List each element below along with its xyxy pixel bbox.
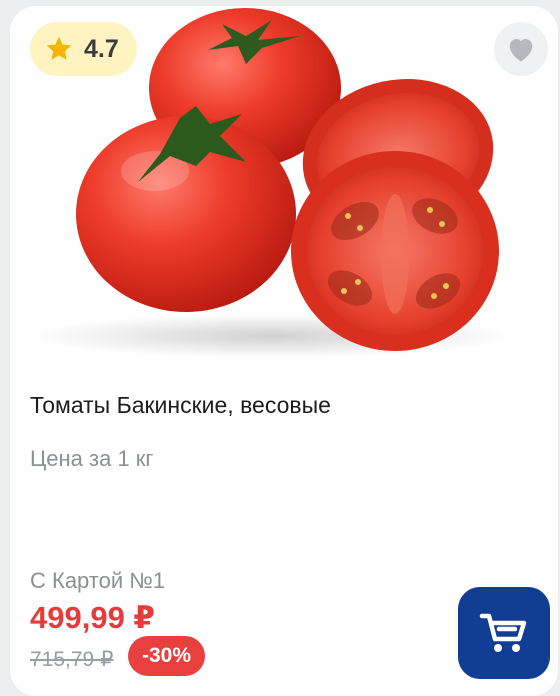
card-price-label: С Картой №1	[30, 568, 166, 593]
old-price: 715,79 ₽	[30, 648, 114, 671]
heart-icon	[509, 39, 533, 62]
unit-label: Цена за 1 кг	[30, 446, 154, 471]
favorite-button[interactable]	[494, 22, 548, 76]
add-to-cart-button[interactable]	[458, 587, 550, 679]
rating-value: 4.7	[84, 34, 119, 63]
cart-icon	[479, 613, 527, 652]
star-icon	[44, 34, 74, 64]
product-title[interactable]: Томаты Бакинские, весовые	[30, 392, 331, 419]
current-price: 499,99 ₽	[30, 600, 155, 635]
discount-badge: -30%	[128, 636, 206, 676]
rating-badge: 4.7	[30, 22, 137, 76]
product-card[interactable]: 4.7 Томаты Бакинские, весовые Цена за 1 …	[10, 6, 558, 696]
